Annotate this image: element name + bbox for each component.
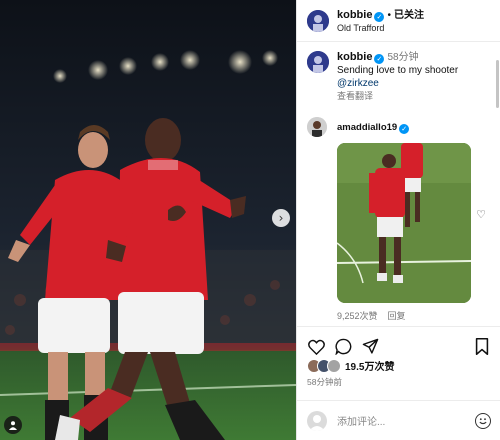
post-likes[interactable]: 19.5万次赞	[307, 358, 394, 373]
avatar-image	[307, 117, 327, 137]
share-button[interactable]	[361, 338, 379, 356]
comment-icon	[334, 338, 351, 355]
bookmark-icon	[475, 338, 489, 355]
emoji-icon	[479, 417, 487, 424]
current-user-avatar[interactable]	[307, 410, 327, 431]
celebration-photo	[0, 0, 296, 440]
tagged-users-button[interactable]	[4, 416, 22, 434]
avatar-image	[307, 9, 329, 32]
add-comment-bar: 添加评论...	[297, 400, 500, 440]
comment-item: amaddiallo19 ✓ 9,252次赞 回复	[297, 103, 500, 322]
caption-mention-link[interactable]: @zirkzee	[337, 77, 458, 90]
sidebar-scrollbar[interactable]	[496, 60, 499, 108]
caption-author-avatar[interactable]	[307, 51, 329, 73]
post-photo[interactable]: ›	[0, 0, 296, 440]
author-username[interactable]: kobbie	[337, 9, 372, 21]
like-button[interactable]	[307, 338, 325, 356]
heart-icon	[307, 339, 325, 355]
separator-dot: •	[387, 9, 391, 21]
comment-gif[interactable]	[337, 143, 471, 303]
post-caption: kobbie ✓ 58分钟 Sending love to my shooter @…	[297, 42, 500, 103]
verified-badge-icon: ✓	[399, 124, 410, 134]
caption-username[interactable]: kobbie	[337, 51, 372, 63]
instagram-post-window: › kobbie ✓ • 已关注 Old Trafford kobbie ✓ 5…	[0, 0, 500, 440]
default-avatar-icon	[309, 414, 325, 431]
comment-like-button[interactable]: ♡	[476, 208, 486, 221]
emoji-picker-button[interactable]	[475, 412, 491, 429]
save-button[interactable]	[473, 338, 491, 356]
verified-badge-icon: ✓	[374, 54, 385, 64]
comment-likes-count[interactable]: 9,252次赞	[337, 311, 378, 321]
post-header: kobbie ✓ • 已关注 Old Trafford	[297, 0, 500, 42]
commenter-avatar[interactable]	[307, 117, 327, 137]
comment-input[interactable]: 添加评论...	[337, 413, 475, 428]
post-likes-count[interactable]: 19.5万次赞	[345, 358, 394, 373]
post-sidebar: kobbie ✓ • 已关注 Old Trafford kobbie ✓ 58分钟 Sen…	[296, 0, 500, 440]
heart-icon: ♡	[476, 208, 486, 221]
share-icon	[362, 338, 378, 354]
author-avatar[interactable]	[307, 9, 329, 32]
verified-badge-icon: ✓	[374, 11, 385, 22]
see-translation-link[interactable]: 查看翻译	[337, 90, 458, 103]
avatar-image	[307, 51, 329, 73]
follow-status-button[interactable]: 已关注	[394, 10, 424, 21]
reply-button[interactable]: 回复	[388, 311, 406, 321]
chevron-right-icon: ›	[278, 211, 284, 225]
comment-button[interactable]	[334, 338, 352, 356]
next-photo-button[interactable]: ›	[272, 209, 290, 227]
gif-image	[337, 143, 471, 303]
commenter-username[interactable]: amaddiallo19	[337, 122, 397, 133]
liker-avatar	[327, 358, 341, 373]
comment-meta: 9,252次赞 回复	[337, 309, 471, 322]
user-tag-icon	[9, 421, 17, 430]
post-location[interactable]: Old Trafford	[337, 22, 424, 35]
caption-text: Sending love to my shooter	[337, 65, 459, 76]
caption-time: 58分钟	[387, 52, 419, 63]
post-timestamp[interactable]: 58分钟前	[307, 376, 342, 388]
